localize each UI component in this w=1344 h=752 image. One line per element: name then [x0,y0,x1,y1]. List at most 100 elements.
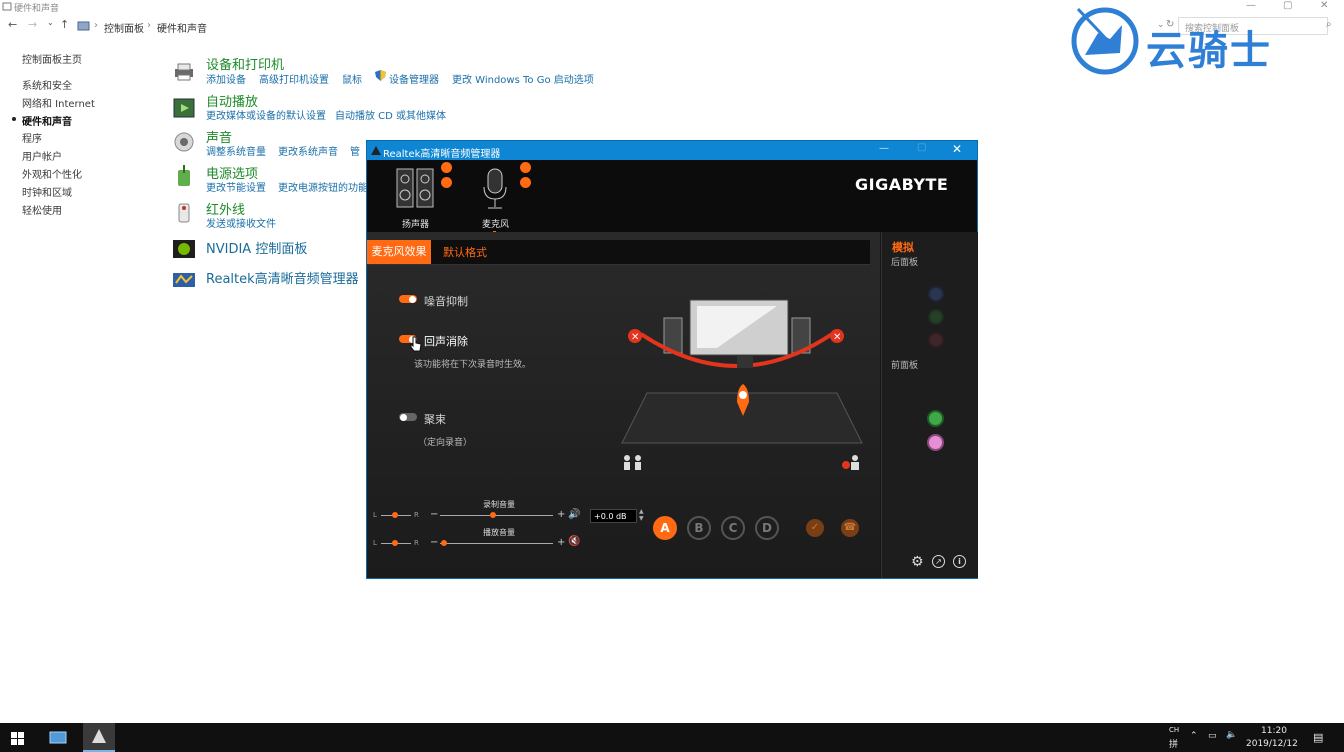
minimize-button[interactable]: — [1246,0,1256,11]
close-button[interactable]: ✕ [1320,0,1328,11]
link-change-power-saving[interactable]: 更改节能设置 [206,179,266,194]
link-send-receive-files[interactable]: 发送或接收文件 [206,215,276,230]
realtek-close-button[interactable]: ✕ [952,142,962,156]
play-volume-slider[interactable] [440,543,553,544]
realtek-minimize-button[interactable]: — [879,143,889,154]
realtek-maximize-button[interactable]: ▢ [917,142,926,153]
back-jack-pink-icon[interactable] [928,332,944,348]
device-header: 扬声器 麦克风 GIGABYTE [367,160,977,234]
two-people-icon[interactable] [621,454,645,470]
microphone-icon[interactable] [480,167,510,211]
record-volume-slider[interactable] [440,515,553,516]
recent-chevron-icon[interactable]: ⌄ [47,18,54,27]
realtek-taskbar-button[interactable] [83,723,115,752]
link-advanced-printer[interactable]: 高级打印机设置 [259,71,329,86]
back-icon[interactable]: ← [8,18,17,31]
record-volume-knob[interactable] [490,512,496,518]
tab-default-format[interactable]: 默认格式 [443,240,487,264]
noise-suppression-label: 噪音抑制 [424,295,468,308]
settings-gear-icon[interactable]: ⚙ [911,554,924,570]
back-jack-green-icon[interactable] [928,309,944,325]
back-jack-blue-icon[interactable] [928,286,944,302]
profile-a-button[interactable]: A [653,516,677,540]
realtek-icon [173,273,195,287]
link-manage-audio[interactable]: 管 [350,143,360,158]
sidebar-item-appearance[interactable]: 外观和个性化 [22,166,82,181]
sidebar-item-clock-region[interactable]: 时钟和区域 [22,184,72,199]
forward-icon[interactable]: → [28,18,37,31]
ime-indicator-top[interactable]: CH [1169,726,1179,734]
navigation-bar: ← → ⌄ ↑ › 控制面板 › 硬件和声音 ⌄ ↻ 搜索控制面板 ⌕ [8,17,1332,35]
realtek-window: Realtek高清晰音频管理器 — ▢ ✕ 扬声器 麦克风 GIGABYTE 麦… [367,141,978,578]
play-volume-knob[interactable] [441,540,447,546]
play-volume-plus[interactable]: + [557,537,565,548]
link-mouse[interactable]: 鼠标 [342,71,362,86]
record-balance-knob[interactable] [392,512,398,518]
sidebar-item-programs[interactable]: 程序 [22,130,42,145]
sidebar-item-hardware-sound[interactable]: 硬件和声音 [22,113,72,128]
clock-date[interactable]: 2019/12/12 [1246,739,1298,749]
clock-time[interactable]: 11:20 [1261,726,1287,736]
link-change-media-defaults[interactable]: 更改媒体或设备的默认设置 [206,107,326,122]
mic-status-dot [520,162,531,173]
wrench-icon[interactable]: ↗ [932,555,945,568]
profile-b-button[interactable]: B [687,516,711,540]
notification-icon[interactable]: ▤ [1313,731,1323,744]
cursor-hand-icon [410,336,422,352]
realtek-title: Realtek高清晰音频管理器 [383,149,501,160]
volume-tray-icon[interactable]: 🔈 [1226,730,1237,740]
jack-panel: 模拟 后面板 前面板 ⚙ ↗ i [881,232,978,578]
link-adjust-volume[interactable]: 调整系统音量 [206,143,266,158]
sidebar-item-home[interactable]: 控制面板主页 [22,51,82,66]
link-power-button[interactable]: 更改电源按钮的功能 [278,179,368,194]
link-device-manager[interactable]: 设备管理器 [389,71,439,86]
sidebar-item-ease-of-access[interactable]: 轻松使用 [22,202,62,217]
category-realtek[interactable]: Realtek高清晰音频管理器 [206,268,359,287]
speakers-icon[interactable] [395,167,435,209]
record-volume-minus[interactable]: − [430,509,438,520]
tray-chevron-icon[interactable]: ⌃ [1190,731,1198,741]
play-balance-left: L [373,539,377,547]
ime-indicator-bottom[interactable]: 拼 [1169,737,1178,750]
sidebar-item-user-accounts[interactable]: 用户帐户 [22,148,62,163]
echo-cancel-note: 该功能将在下次录音时生效。 [414,360,532,370]
breadcrumb-control-panel[interactable]: 控制面板 [104,20,144,35]
maximize-button[interactable]: ▢ [1283,0,1292,11]
link-autoplay-cd[interactable]: 自动播放 CD 或其他媒体 [335,107,446,122]
link-change-system-sounds[interactable]: 更改系统声音 [278,143,338,158]
device-label-microphone[interactable]: 麦克风 [482,217,509,230]
link-windows-to-go[interactable]: 更改 Windows To Go 启动选项 [452,71,594,86]
mute-icon[interactable]: 🔇 [568,536,580,547]
sidebar-item-network[interactable]: 网络和 Internet [22,95,95,110]
record-volume-plus[interactable]: + [557,509,565,520]
up-icon[interactable]: ↑ [60,18,69,31]
db-stepper-icon[interactable]: ▲ ▼ [639,508,644,522]
tab-mic-effects[interactable]: 麦克风效果 [367,240,431,264]
single-person-mute-icon[interactable] [841,454,865,470]
breadcrumb-hardware-sound[interactable]: 硬件和声音 [157,20,207,35]
windows-start-icon[interactable] [11,732,24,745]
link-add-device[interactable]: 添加设备 [206,71,246,86]
profile-c-button[interactable]: C [721,516,745,540]
profile-d-button[interactable]: D [755,516,779,540]
front-jack-pink-icon[interactable] [927,434,944,451]
network-icon[interactable]: ▭ [1208,731,1217,741]
speaker-status-dot [441,162,452,173]
play-balance-knob[interactable] [392,540,398,546]
noise-suppression-toggle[interactable] [399,295,417,303]
phone-icon[interactable]: ☎ [841,519,859,537]
control-panel-icon [77,21,90,31]
device-label-speakers[interactable]: 扬声器 [402,217,429,230]
checkmark-icon[interactable]: ✓ [806,519,824,537]
front-jack-green-icon[interactable] [927,410,944,427]
info-icon[interactable]: i [953,555,966,568]
search-icon[interactable]: ⌕ [1326,19,1332,30]
category-nvidia[interactable]: NVIDIA 控制面板 [206,238,307,257]
control-panel-taskbar-icon[interactable] [49,730,67,745]
beamforming-toggle[interactable] [399,413,417,421]
sidebar-item-system-security[interactable]: 系统和安全 [22,77,72,92]
play-volume-minus[interactable]: − [430,537,438,548]
record-balance-left: L [373,511,377,519]
nvidia-icon [173,240,195,258]
record-db-field[interactable]: +0.0 dB [590,509,637,523]
